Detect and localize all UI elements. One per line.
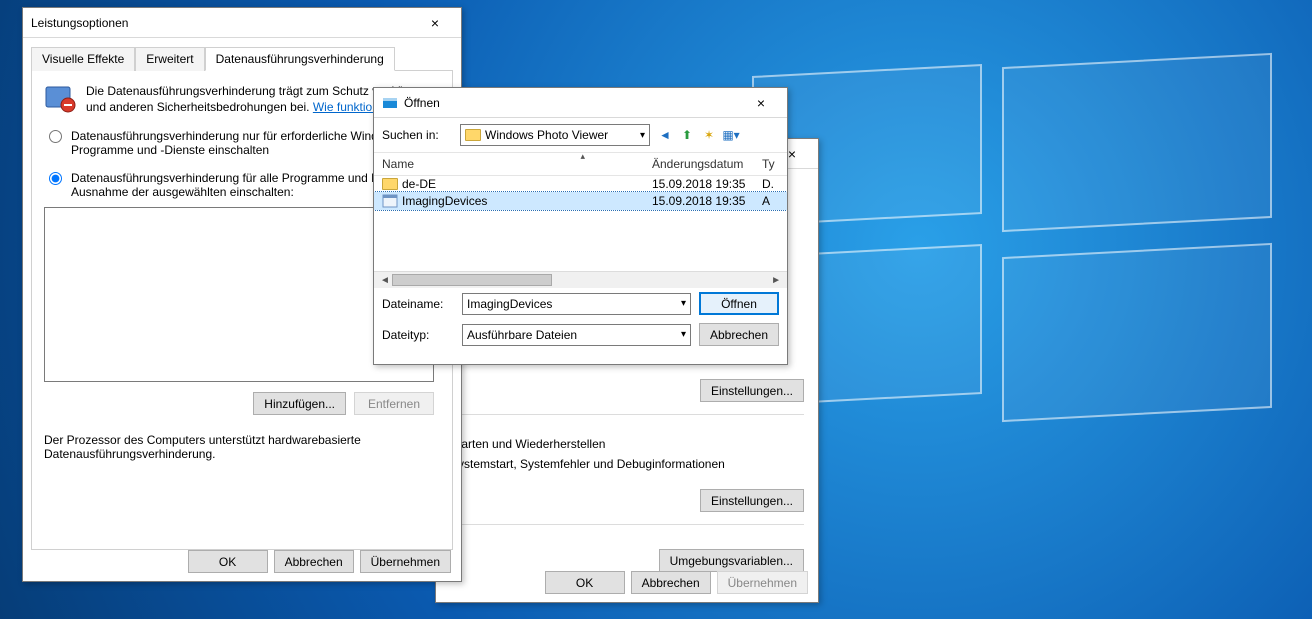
chevron-down-icon: ▾ (681, 329, 686, 340)
sort-indicator-icon: ▴ (581, 151, 586, 162)
tab-strip: Visuelle Effekte Erweitert Datenausführu… (23, 38, 461, 70)
filetype-combo[interactable]: Ausführbare Dateien ▾ (462, 324, 691, 346)
col-name[interactable]: Name (382, 157, 652, 171)
ok-button[interactable]: OK (188, 550, 268, 573)
dep-shield-icon (44, 83, 76, 115)
processor-note: Der Prozessor des Computers unterstützt … (44, 433, 440, 461)
open-button[interactable]: Öffnen (699, 292, 779, 315)
tab-advanced[interactable]: Erweitert (135, 47, 204, 71)
current-folder-name: Windows Photo Viewer (485, 128, 608, 142)
close-icon[interactable]: × (417, 12, 453, 34)
file-row[interactable]: de-DE 15.09.2018 19:35 D. (374, 176, 787, 192)
wallpaper-windows-logo (752, 60, 1272, 410)
file-date: 15.09.2018 19:35 (652, 194, 762, 208)
env-variables-button[interactable]: Umgebungsvariablen... (659, 549, 804, 572)
filename-value: ImagingDevices (467, 297, 552, 311)
group-desc-startup: Systemstart, Systemfehler und Debuginfor… (450, 457, 804, 471)
scroll-left-icon[interactable]: ◄ (380, 275, 390, 286)
tab-dep[interactable]: Datenausführungsverhinderung (205, 47, 395, 71)
filetype-label: Dateityp: (382, 328, 454, 342)
chevron-down-icon: ▾ (640, 130, 645, 141)
window-titlebar[interactable]: Öffnen × (374, 88, 787, 118)
group-title-startup: Starten und Wiederherstellen (450, 437, 804, 451)
filename-label: Dateiname: (382, 297, 454, 311)
window-title: Öffnen (404, 96, 440, 110)
file-name: ImagingDevices (402, 194, 487, 208)
folder-icon (382, 178, 398, 190)
file-row[interactable]: ImagingDevices 15.09.2018 19:35 A (374, 192, 787, 210)
scrollbar-thumb[interactable] (392, 274, 552, 286)
up-icon[interactable]: ⬆ (678, 126, 696, 144)
scroll-right-icon[interactable]: ► (771, 275, 781, 286)
search-in-combo[interactable]: Windows Photo Viewer ▾ (460, 124, 650, 146)
exe-icon (382, 193, 398, 209)
window-title: Leistungsoptionen (31, 16, 128, 30)
new-folder-icon[interactable]: ✶ (700, 126, 718, 144)
file-type: D. (762, 177, 779, 191)
close-icon[interactable]: × (743, 92, 779, 114)
cancel-button[interactable]: Abbrechen (274, 550, 354, 573)
settings-button-startup[interactable]: Einstellungen... (700, 489, 804, 512)
file-list[interactable]: de-DE 15.09.2018 19:35 D. ImagingDevices… (374, 176, 787, 271)
window-titlebar[interactable]: Leistungsoptionen × (23, 8, 461, 38)
col-date[interactable]: Änderungsdatum (652, 157, 762, 171)
file-name: de-DE (402, 177, 436, 191)
folder-icon (465, 129, 481, 141)
open-file-dialog: Öffnen × Suchen in: Windows Photo Viewer… (373, 87, 788, 365)
add-button[interactable]: Hinzufügen... (253, 392, 346, 415)
back-icon[interactable]: ◄ (656, 126, 674, 144)
search-in-label: Suchen in: (382, 128, 454, 142)
radio-dep-essential[interactable] (49, 130, 62, 143)
views-icon[interactable]: ▦▾ (722, 126, 740, 144)
filetype-value: Ausführbare Dateien (467, 328, 577, 342)
radio-dep-all[interactable] (49, 172, 62, 185)
file-type: A (762, 194, 779, 208)
settings-button-top[interactable]: Einstellungen... (700, 379, 804, 402)
chevron-down-icon: ▾ (681, 298, 686, 309)
tab-visual-effects[interactable]: Visuelle Effekte (31, 47, 135, 71)
file-date: 15.09.2018 19:35 (652, 177, 762, 191)
apply-button: Übernehmen (717, 571, 808, 594)
cancel-button[interactable]: Abbrechen (631, 571, 711, 594)
nav-icons: ◄ ⬆ ✶ ▦▾ (656, 126, 740, 144)
ok-button[interactable]: OK (545, 571, 625, 594)
cancel-button[interactable]: Abbrechen (699, 323, 779, 346)
horizontal-scrollbar[interactable]: ◄ ► (374, 271, 787, 288)
app-icon (382, 95, 398, 111)
apply-button[interactable]: Übernehmen (360, 550, 451, 573)
filename-input[interactable]: ImagingDevices ▾ (462, 293, 691, 315)
file-list-header[interactable]: ▴ Name Änderungsdatum Ty (374, 152, 787, 176)
col-type[interactable]: Ty (762, 157, 779, 171)
remove-button: Entfernen (354, 392, 434, 415)
